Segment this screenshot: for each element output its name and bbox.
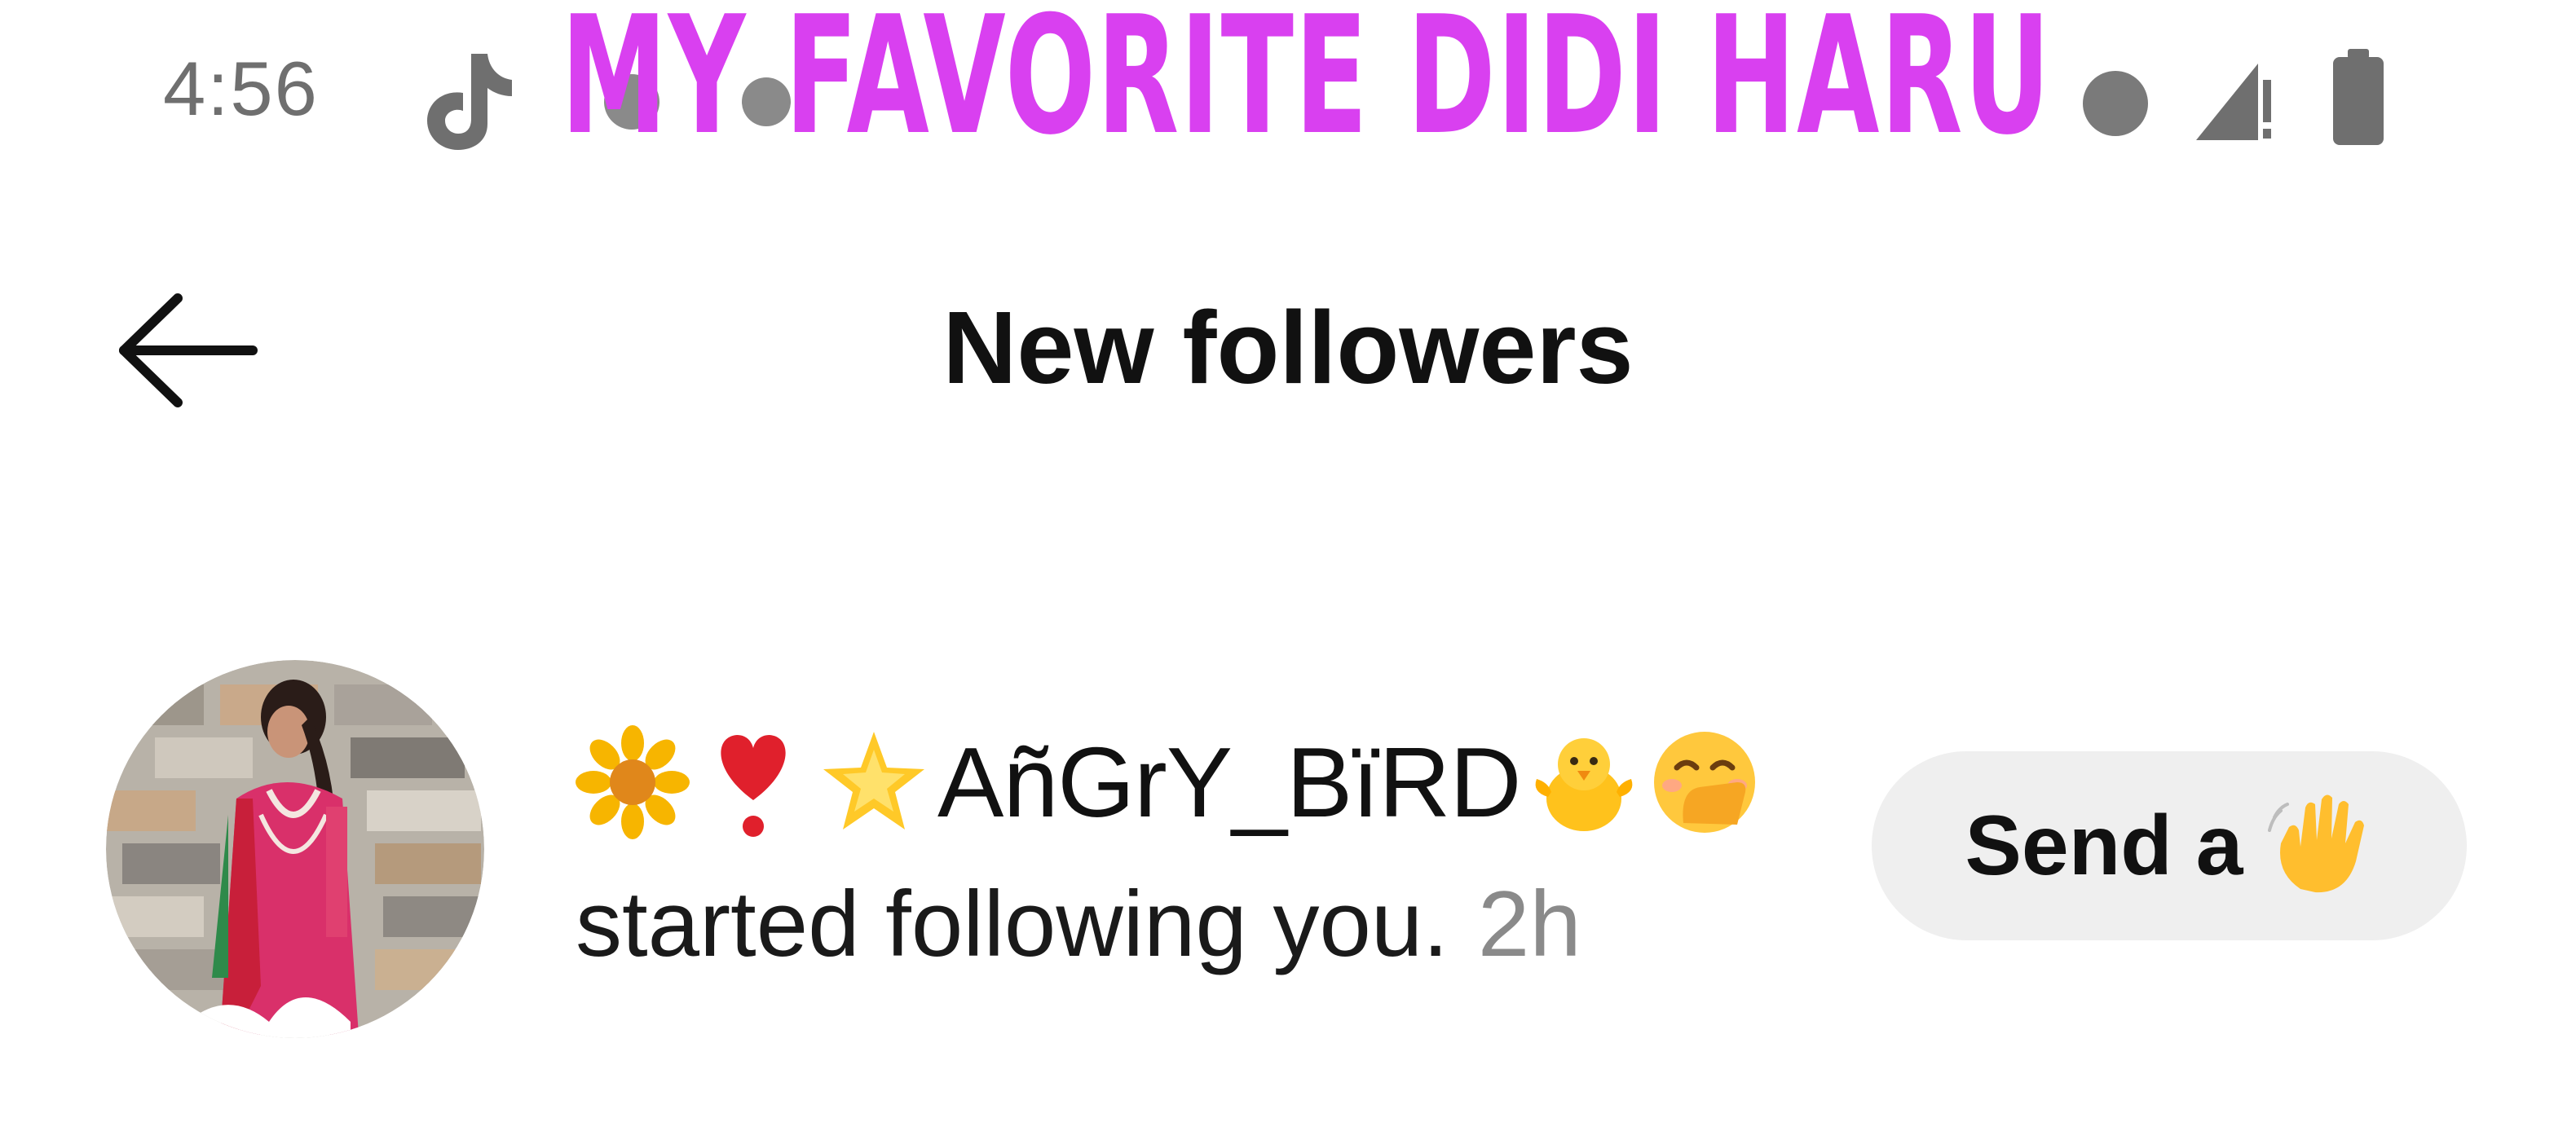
username-text: AñGrY_BïRD xyxy=(937,727,1521,838)
waving-hand-emoji xyxy=(2267,794,2364,893)
signal-icon xyxy=(2196,64,2271,140)
follower-notification[interactable]: AñGrY_BïRD started following you. 2h Sen… xyxy=(0,652,2576,1059)
overlay-caption: MY FAVORITE DIDI HARU xyxy=(561,0,2052,171)
username[interactable]: AñGrY_BïRD xyxy=(576,725,1768,839)
notification-icon xyxy=(2083,71,2148,136)
hand-over-mouth-emoji xyxy=(1654,732,1756,833)
sunflower-emoji xyxy=(576,725,690,839)
send-wave-button[interactable]: Send a xyxy=(1872,751,2467,940)
page-title: New followers xyxy=(942,290,1634,405)
avatar[interactable] xyxy=(106,660,484,1038)
new-followers-screen: 4:56 MY FAVORITE DIDI HARU New followers xyxy=(0,0,2576,1131)
send-wave-label: Send a xyxy=(1965,798,2243,893)
tiktok-icon xyxy=(427,54,512,150)
glowing-star-emoji xyxy=(823,732,924,830)
status-time: 4:56 xyxy=(163,46,319,131)
heart-exclamation-emoji xyxy=(721,735,786,837)
activity-line: started following you. 2h xyxy=(576,878,1581,971)
battery-icon xyxy=(2333,49,2384,145)
baby-chick-emoji xyxy=(1536,738,1633,831)
activity-timestamp: 2h xyxy=(1477,873,1581,976)
activity-text: started following you. xyxy=(576,873,1449,976)
